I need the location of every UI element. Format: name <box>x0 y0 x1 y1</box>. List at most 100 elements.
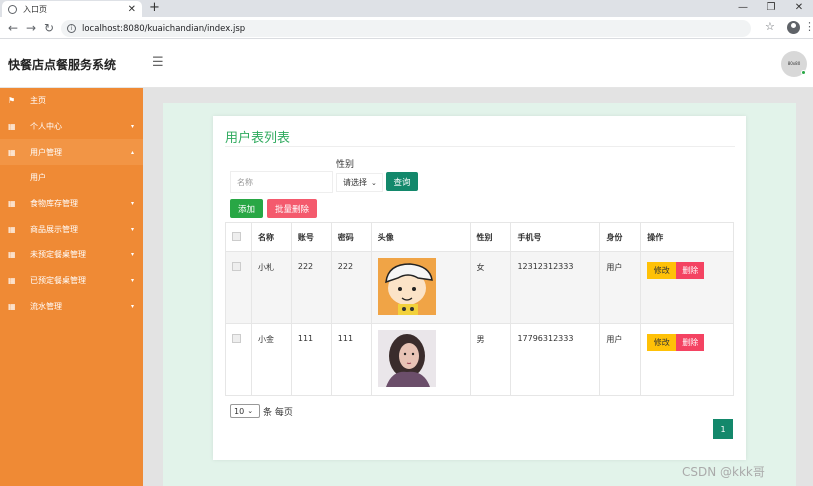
grid-icon: ▦ <box>8 122 16 132</box>
sidebar-item-label: 商品展示管理 <box>30 224 78 234</box>
chevron-down-icon: ⌄ <box>247 407 254 415</box>
column-header: 名称 <box>250 222 292 252</box>
page-size-control: 10 ⌄ 条 每页 <box>230 404 293 418</box>
app-header: 快餐店点餐服务系统 ☰ 80x80 <box>0 40 813 88</box>
page-size-select[interactable]: 10 ⌄ <box>230 404 260 418</box>
sidebar-item-product-display[interactable]: ▦ 商品展示管理 ▾ <box>0 216 143 242</box>
delete-button[interactable]: 删除 <box>676 262 705 279</box>
sidebar-item-personal-center[interactable]: ▦ 个人中心 ▾ <box>0 114 143 140</box>
sidebar-item-label: 食物库存管理 <box>30 199 78 209</box>
actions-cell: 修改 删除 <box>640 251 734 324</box>
url-field[interactable]: i localhost:8080/kuaichandian/index.jsp <box>61 20 751 37</box>
column-header: 账号 <box>290 222 332 252</box>
table-row: 小札 222 222 女 12312312333 用户 修改 删除 <box>225 251 734 324</box>
edit-button[interactable]: 修改 <box>647 262 677 279</box>
info-icon[interactable]: i <box>67 24 76 33</box>
phone-cell: 12312312333 <box>510 251 601 324</box>
edit-button[interactable]: 修改 <box>647 334 677 351</box>
restore-icon[interactable]: ❐ <box>757 0 785 17</box>
sidebar-item-food-inventory[interactable]: ▦ 食物库存管理 ▾ <box>0 191 143 217</box>
globe-icon <box>8 4 17 14</box>
bookmark-star-icon[interactable]: ☆ <box>765 20 775 33</box>
sidebar-item-label: 用户 <box>30 173 46 183</box>
grid-icon: ▦ <box>8 250 16 260</box>
gender-cell: 女 <box>469 251 512 324</box>
sidebar-item-label: 已预定餐桌管理 <box>30 276 86 286</box>
sidebar-item-unreserved-tables[interactable]: ▦ 未预定餐桌管理 ▾ <box>0 242 143 268</box>
sidebar-item-label: 用户管理 <box>30 147 62 157</box>
actions-cell: 修改 删除 <box>640 323 734 396</box>
chevron-down-icon: ▾ <box>130 251 134 259</box>
grid-icon: ▦ <box>8 147 16 157</box>
chevron-down-icon: ▾ <box>130 302 134 310</box>
select-all-checkbox[interactable] <box>232 231 241 241</box>
user-table: 名称 账号 密码 头像 性别 手机号 身份 操作 小札 222 222 女 12… <box>225 222 734 396</box>
chevron-down-icon: ▾ <box>130 277 134 285</box>
sidebar-subitem-users[interactable]: 用户 <box>0 165 143 191</box>
sidebar-item-label: 未预定餐桌管理 <box>30 250 86 260</box>
chevron-up-icon: ▴ <box>130 148 134 156</box>
url-text: localhost:8080/kuaichandian/index.jsp <box>82 23 246 34</box>
column-header: 性别 <box>469 222 512 252</box>
select-all-cell <box>225 222 252 252</box>
sidebar-item-reserved-tables[interactable]: ▦ 已预定餐桌管理 ▾ <box>0 268 143 294</box>
sidebar-item-cashflow[interactable]: ▦ 流水管理 ▾ <box>0 294 143 320</box>
name-search-placeholder: 名称 <box>237 177 253 187</box>
grid-icon: ▦ <box>8 301 16 311</box>
menu-kebab-icon[interactable]: ⋮ <box>804 20 813 34</box>
address-bar: ← → ↻ i localhost:8080/kuaichandian/inde… <box>0 17 813 39</box>
gender-select-value: 请选择 <box>343 178 367 187</box>
sidebar-item-label: 个人中心 <box>30 122 62 132</box>
reload-icon[interactable]: ↻ <box>44 20 54 36</box>
grid-icon: ▦ <box>8 224 16 234</box>
user-avatar[interactable]: 80x80 <box>781 51 807 77</box>
window-close-icon[interactable]: ✕ <box>785 0 813 17</box>
table-row: 小金 111 111 男 17796312333 用户 修改 删除 <box>225 323 734 396</box>
table-header-row: 名称 账号 密码 头像 性别 手机号 身份 操作 <box>225 222 734 252</box>
browser-tab[interactable]: 入口页 ✕ <box>2 1 142 17</box>
add-button[interactable]: 添加 <box>230 199 263 218</box>
gender-select[interactable]: 请选择 ⌄ <box>336 173 383 192</box>
page-button-1[interactable]: 1 <box>713 419 733 439</box>
sidebar: ⚑ 主页 ▦ 个人中心 ▾ ▦ 用户管理 ▴ 用户 ▦ 食物库存管理 ▾ ▦ 商… <box>0 88 143 486</box>
new-tab-icon[interactable]: + <box>149 0 160 16</box>
page-title: 用户表列表 <box>225 131 291 146</box>
column-header: 手机号 <box>510 222 601 252</box>
account-cell: 111 <box>290 323 332 396</box>
name-search-input[interactable]: 名称 <box>230 171 333 193</box>
minimize-icon[interactable]: — <box>729 0 757 17</box>
user-list-card: 用户表列表 性别 名称 请选择 ⌄ 查询 添加 批量删除 名称 账号 密码 头像… <box>213 116 746 460</box>
row-checkbox[interactable] <box>232 262 241 271</box>
bulk-delete-button[interactable]: 批量删除 <box>267 199 317 218</box>
delete-button[interactable]: 删除 <box>676 334 705 351</box>
back-icon[interactable]: ← <box>8 20 18 36</box>
close-tab-icon[interactable]: ✕ <box>128 4 136 15</box>
row-select-cell <box>225 323 252 396</box>
query-button[interactable]: 查询 <box>386 172 418 191</box>
name-cell: 小金 <box>250 323 292 396</box>
hamburger-menu-icon[interactable]: ☰ <box>152 55 164 70</box>
avatar-cell <box>370 323 471 396</box>
column-header: 操作 <box>640 222 734 252</box>
column-header: 头像 <box>370 222 471 252</box>
cartoon-avatar-image <box>377 258 436 315</box>
tab-title: 入口页 <box>23 4 47 14</box>
online-status-dot <box>801 70 806 75</box>
grid-icon: ▦ <box>8 199 16 209</box>
flag-icon: ⚑ <box>8 96 16 106</box>
profile-icon[interactable] <box>787 21 800 34</box>
sidebar-item-user-management[interactable]: ▦ 用户管理 ▴ <box>0 139 143 166</box>
window-controls: — ❐ ✕ <box>729 0 813 17</box>
account-cell: 222 <box>290 251 332 324</box>
avatar-placeholder-text: 80x80 <box>787 61 801 66</box>
row-select-cell <box>225 251 252 324</box>
role-cell: 用户 <box>599 251 642 324</box>
chevron-down-icon: ⌄ <box>371 178 377 187</box>
password-cell: 222 <box>330 251 372 324</box>
row-checkbox[interactable] <box>232 334 241 343</box>
avatar-cell <box>370 251 471 324</box>
name-cell: 小札 <box>250 251 292 324</box>
forward-icon[interactable]: → <box>26 20 36 36</box>
title-divider <box>225 146 735 147</box>
sidebar-item-home[interactable]: ⚑ 主页 <box>0 88 143 114</box>
